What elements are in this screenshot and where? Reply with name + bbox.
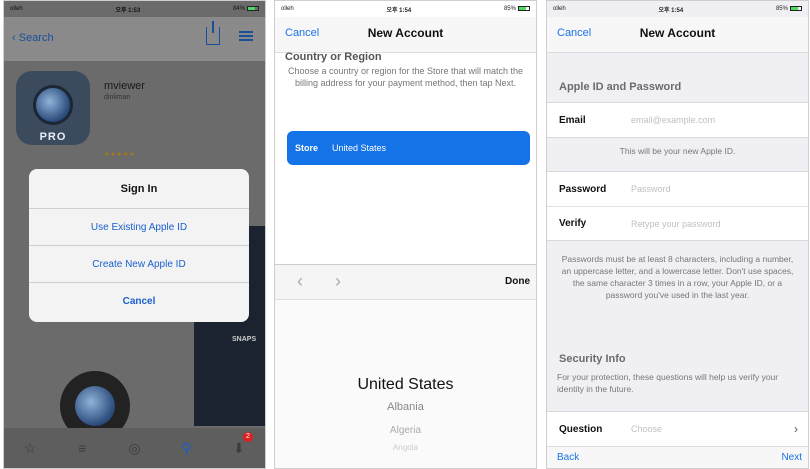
sign-in-dialog: Sign In Use Existing Apple ID Create New… [29, 169, 249, 322]
battery-label: 85% [503, 6, 516, 13]
verify-field[interactable]: Retype your password [631, 219, 721, 229]
country-picker-screen: olleh 오후 1:54 85% Cancel New Account Cou… [274, 0, 537, 469]
list-icon[interactable] [239, 31, 253, 41]
tab-bar: ☆ ≡ ◎ ⚲ ⬇ 2 [4, 428, 265, 468]
done-button[interactable]: Done [505, 276, 530, 287]
cancel-button[interactable]: Cancel [29, 283, 249, 320]
time-label: 오후 1:54 [658, 7, 684, 14]
picker-toolbar: ‹ › Done [275, 264, 536, 300]
question-row[interactable]: Question Choose › [547, 412, 808, 446]
camera-lens-icon [33, 85, 73, 125]
previous-icon[interactable]: ‹ [297, 271, 303, 292]
battery-icon [789, 5, 802, 11]
region-description: Choose a country or region for the Store… [287, 66, 524, 88]
email-note: This will be your new Apple ID. [619, 146, 736, 156]
password-label: Password [559, 183, 607, 195]
time-label: 오후 1:54 [386, 7, 412, 14]
question-group: Question Choose › [547, 411, 808, 447]
nav-title: New Account [367, 26, 444, 40]
nav-bar: Cancel New Account [547, 17, 808, 53]
picker-option[interactable]: Albania [275, 401, 536, 413]
back-button[interactable]: Back [557, 452, 579, 463]
search-tab-icon[interactable]: ⚲ [176, 437, 198, 459]
verify-row[interactable]: Verify Retype your password [547, 206, 808, 240]
battery-label: 84% [232, 6, 245, 13]
battery-indicator: 84% [232, 5, 259, 13]
picker-option-selected[interactable]: United States [275, 376, 536, 394]
dialog-title: Sign In [29, 169, 249, 209]
question-select[interactable]: Choose [631, 424, 662, 434]
app-navbar: ‹ Search [4, 17, 265, 61]
new-account-form-screen: olleh 오후 1:54 85% Cancel New Account App… [546, 0, 809, 469]
back-label: Search [18, 32, 54, 44]
app-name: mviewer [104, 80, 145, 92]
updates-badge: 2 [243, 432, 253, 442]
battery-indicator: 85% [775, 5, 802, 13]
next-button[interactable]: Next [781, 452, 802, 463]
use-existing-apple-id-button[interactable]: Use Existing Apple ID [29, 209, 249, 246]
region-heading: Country or Region [285, 51, 382, 63]
app-icon: PRO [16, 71, 90, 145]
app-store-screen: olleh 오후 1:53 84% ‹ Search PRO mviewer d… [3, 0, 266, 469]
time-label: 오후 1:53 [115, 7, 141, 14]
store-selector-row[interactable]: Store United States [287, 131, 530, 165]
carrier-label: olleh [10, 6, 23, 12]
bottom-toolbar: Back Next [547, 446, 808, 468]
carrier-label: olleh [553, 6, 566, 12]
email-group: Email email@example.com [547, 102, 808, 138]
country-picker-wheel[interactable]: United States Albania Algeria Angola [275, 300, 536, 468]
battery-icon [246, 5, 259, 11]
next-icon[interactable]: › [335, 271, 341, 292]
create-new-apple-id-button[interactable]: Create New Apple ID [29, 246, 249, 283]
security-note: For your protection, these questions wil… [557, 372, 779, 394]
status-bar: olleh 오후 1:54 85% [547, 1, 808, 17]
store-value: United States [332, 143, 387, 153]
battery-indicator: 85% [503, 5, 530, 13]
store-label: Store [295, 143, 319, 153]
question-label: Question [559, 423, 603, 435]
explore-tab-icon[interactable]: ◎ [123, 437, 145, 459]
rating-stars: ★★★★★ [104, 152, 136, 158]
pro-badge: PRO [39, 131, 67, 143]
battery-label: 85% [775, 6, 788, 13]
status-bar: olleh 오후 1:53 84% [4, 1, 265, 17]
password-rules-note: Passwords must be at least 8 characters,… [561, 254, 794, 300]
chevron-right-icon: › [794, 422, 798, 436]
password-field[interactable]: Password [631, 184, 671, 194]
carrier-label: olleh [281, 6, 294, 12]
password-row[interactable]: Password Password [547, 172, 808, 206]
share-icon[interactable] [206, 21, 220, 45]
back-button[interactable]: ‹ Search [12, 32, 54, 44]
picker-option[interactable]: Angola [275, 443, 536, 452]
email-row[interactable]: Email email@example.com [547, 103, 808, 137]
password-group: Password Password Verify Retype your pas… [547, 171, 808, 241]
verify-label: Verify [559, 218, 587, 229]
top-charts-tab-icon[interactable]: ≡ [71, 437, 93, 459]
picker-option[interactable]: Algeria [275, 425, 536, 436]
email-label: Email [559, 114, 586, 126]
screenshot-caption: SNAPS [232, 336, 257, 343]
battery-icon [517, 5, 530, 11]
developer-name[interactable]: dinkman [104, 94, 130, 101]
status-bar: olleh 오후 1:54 85% [275, 1, 536, 17]
email-field[interactable]: email@example.com [631, 115, 715, 125]
section-header-apple-id: Apple ID and Password [559, 81, 682, 93]
featured-tab-icon[interactable]: ☆ [19, 437, 41, 459]
section-header-security: Security Info [559, 353, 626, 365]
nav-bar: Cancel New Account [275, 17, 536, 53]
nav-title: New Account [639, 26, 716, 40]
